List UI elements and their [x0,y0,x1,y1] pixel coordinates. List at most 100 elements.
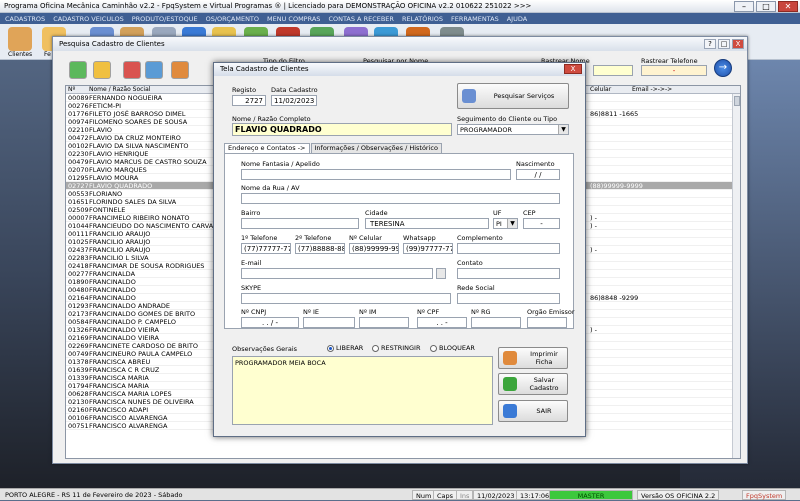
column-nome[interactable]: Nome / Razão Social [89,86,150,94]
cell-codigo: 01794 [68,382,89,390]
column-celular[interactable]: Celular [590,86,611,94]
add-icon[interactable] [69,61,87,79]
cell-codigo: 01339 [68,374,89,382]
delete-icon[interactable] [123,61,141,79]
radio-bloquear[interactable]: BLOQUEAR [430,344,475,352]
cell-codigo: 00472 [68,134,89,142]
cell-codigo: 01044 [68,222,89,230]
radio-liberar[interactable]: LIBERAR [327,344,363,352]
menu-contas-receber[interactable]: CONTAS A RECEBER [328,15,394,23]
menu-compras[interactable]: MENU COMPRAS [267,15,320,23]
column-email[interactable]: Email ->->-> [632,86,672,94]
cell-codigo: 02169 [68,334,89,342]
rua-input[interactable] [241,193,560,204]
id-card-icon[interactable] [171,61,189,79]
app-title: Programa Oficina Mecânica Caminhão v2.2 … [4,2,532,10]
cell-codigo: 01378 [68,358,89,366]
tel2-label: 2º Telefone [295,234,332,242]
observacoes-textarea[interactable]: PROGRAMADOR MEIA BOCA [232,356,493,425]
imprimir-ficha-button[interactable]: Imprimir Ficha [498,347,568,369]
cidade-input[interactable]: TERESINA [365,218,489,229]
cep-label: CEP [523,209,536,217]
ie-input[interactable] [303,317,355,328]
nascimento-input[interactable]: / / [516,169,560,180]
bairro-input[interactable] [241,218,359,229]
edit-icon[interactable] [93,61,111,79]
cell-celular: ) - [590,222,597,230]
cell-nome: FRANCISCA ABREU [89,358,151,366]
menu-ferramentas[interactable]: FERRAMENTAS [451,15,499,23]
cell-codigo: 00628 [68,390,89,398]
cell-codigo: 00111 [68,230,89,238]
celular-input[interactable]: (88)99999-9999 [349,243,399,254]
cell-nome: FLORIANO [89,190,123,198]
rastrear-nome-input[interactable] [593,65,633,76]
radio-restringir-dot[interactable] [372,344,379,352]
tel1-input[interactable]: (77)77777-7777 [241,243,291,254]
menu-os-orcamento[interactable]: OS/ORÇAMENTO [206,15,259,23]
cell-nome: FLORINDO SALES DA SILVA [89,198,177,206]
cell-codigo: 01293 [68,302,89,310]
search-window-title: Pesquisa Cadastro de Clientes ? □ X [53,37,747,51]
data-cadastro-field[interactable]: 11/02/2023 [271,95,317,106]
nome-field[interactable]: FLAVIO QUADRADO [232,123,452,136]
radio-restringir[interactable]: RESTRINGIR [372,344,421,352]
scrollbar-thumb[interactable] [734,96,740,106]
rede-social-input[interactable] [457,293,560,304]
help-button[interactable]: ? [704,39,716,49]
cell-nome: FRANCIMAR DE SOUSA RODRIGUES [89,262,205,270]
rastrear-telefone-input[interactable]: - [641,65,707,76]
menu-cadastros[interactable]: CADASTROS [5,15,45,23]
print-icon[interactable] [145,61,163,79]
minimize-button[interactable]: – [734,1,754,12]
search-go-button[interactable]: → [714,59,732,77]
pesquisar-servicos-button[interactable]: Pesquisar Serviços [457,83,569,109]
cell-nome: FRANCISCA MARIA [89,374,149,382]
complemento-input[interactable] [457,243,560,254]
orgao-emissor-input[interactable] [527,317,567,328]
status-caps: Caps [433,490,458,500]
menu-cadastro-veiculos[interactable]: CADASTRO VEICULOS [53,15,124,23]
close-button[interactable]: ✕ [778,1,798,12]
close-button[interactable]: X [732,39,744,49]
menu-relatorios[interactable]: RELATÓRIOS [402,15,443,23]
clients-icon[interactable] [8,27,32,51]
uf-select[interactable]: PI ▼ [493,218,518,229]
dialog-close-button[interactable]: X [564,64,582,74]
radio-liberar-dot[interactable] [327,344,334,352]
cell-nome: FRANCILIO ARAUJO [89,230,151,238]
table-scrollbar[interactable] [732,94,740,458]
menu-produto-estoque[interactable]: PRODUTO/ESTOQUE [132,15,198,23]
cell-codigo: 01326 [68,326,89,334]
segmento-select[interactable]: PROGRAMADOR ▼ [457,124,569,135]
maximize-button[interactable]: □ [756,1,776,12]
skype-input[interactable] [241,293,451,304]
rg-input[interactable] [471,317,521,328]
tab-informacoes[interactable]: Informações / Observações / Histórico [310,143,442,153]
status-bar: PORTO ALEGRE - RS 11 de Fevereiro de 202… [0,488,800,500]
cell-nome: FRANCISCA MARIA LOPES [89,390,172,398]
email-button[interactable] [436,268,446,279]
menu-ajuda[interactable]: AJUDA [507,15,527,23]
rua-label: Nome da Rua / AV [241,184,300,192]
contato-input[interactable] [457,268,560,279]
rede-social-label: Rede Social [457,284,495,292]
radio-bloquear-dot[interactable] [430,344,437,352]
whatsapp-input[interactable]: (99)97777-7777 [403,243,453,254]
exit-icon [503,404,517,418]
cep-input[interactable]: - [523,218,560,229]
uf-label: UF [493,209,502,217]
cell-nome: FRANCINALDO VIEIRA [89,326,159,334]
cpf-input[interactable]: . . - [417,317,467,328]
email-input[interactable] [241,268,433,279]
cnpj-input[interactable]: . . / - [241,317,299,328]
tel2-input[interactable]: (77)88888-8888 [295,243,345,254]
cell-codigo: 02269 [68,342,89,350]
column-codigo[interactable]: Nº [68,86,75,94]
salvar-cadastro-button[interactable]: Salvar Cadastro [498,373,568,395]
maximize-button[interactable]: □ [718,39,730,49]
tab-endereco-contatos[interactable]: Endereço e Contatos -> [224,143,310,153]
fantasia-input[interactable] [241,169,511,180]
im-input[interactable] [359,317,409,328]
sair-button[interactable]: SAIR [498,400,568,422]
